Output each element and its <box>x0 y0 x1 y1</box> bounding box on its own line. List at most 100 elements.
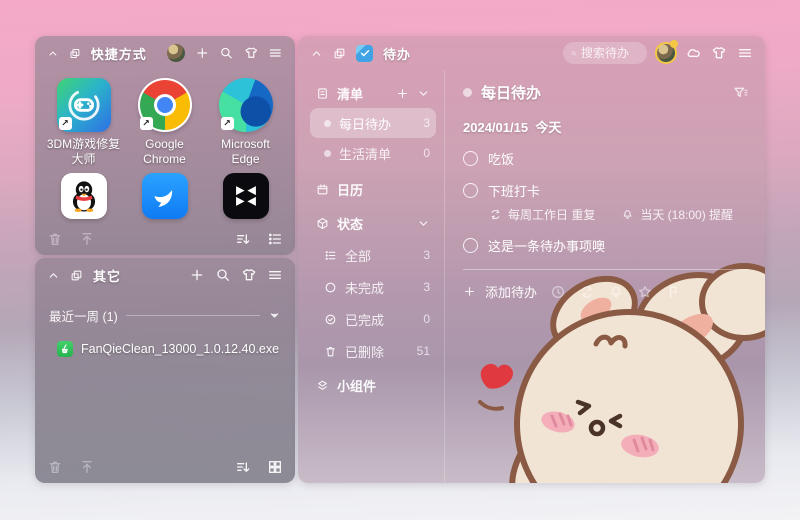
chevron-down-icon[interactable] <box>417 87 430 100</box>
todo-search[interactable] <box>563 42 647 64</box>
task-text: 吃饭 <box>488 152 515 167</box>
search-input[interactable] <box>581 46 639 60</box>
menu-icon[interactable] <box>267 267 283 283</box>
collapse-chevron-up-icon[interactable] <box>47 47 59 60</box>
date-text: 2024/01/15 <box>463 120 529 135</box>
other-panel-header: 其它 <box>35 258 295 292</box>
theme-shirt-icon[interactable] <box>241 267 257 283</box>
sidebar-item-incomplete[interactable]: 未完成 3 <box>310 272 436 302</box>
move-up-icon[interactable] <box>79 231 95 247</box>
add-icon[interactable] <box>195 45 210 61</box>
trash-icon[interactable] <box>47 231 63 247</box>
app-label: Google Chrome <box>143 137 186 166</box>
current-list-title: 每日待办 <box>481 85 542 102</box>
filter-icon[interactable] <box>733 85 749 101</box>
status-label: 未完成 <box>345 280 385 296</box>
menu-icon[interactable] <box>268 45 283 61</box>
panel-title: 快捷方式 <box>90 46 147 62</box>
app-edge[interactable]: ↗ Microsoft Edge <box>205 78 286 167</box>
app-dingtalk[interactable] <box>124 173 205 219</box>
shortcuts-grid: ↗ 3DM游戏修复大师 ↗ Google Chrome ↗ Microsoft … <box>35 70 295 225</box>
task-row[interactable]: 吃饭 <box>463 149 749 168</box>
chevron-down-icon[interactable] <box>417 217 430 230</box>
quick-option-icons <box>550 284 682 300</box>
other-panel: 其它 最近一周 (1) FanQieClean_13000_1.0.12.40.… <box>35 258 295 483</box>
calendar-icon <box>317 183 328 194</box>
recent-week-group-header[interactable]: 最近一周 (1) <box>35 292 295 325</box>
clock-icon[interactable] <box>550 284 566 300</box>
all-list-icon <box>325 250 336 260</box>
shortcut-arrow-badge: ↗ <box>220 117 234 130</box>
file-name: FanQieClean_13000_1.0.12.40.exe <box>81 342 280 356</box>
flag-icon[interactable] <box>666 284 682 300</box>
sidebar-section-lists[interactable]: 清单 <box>310 78 436 108</box>
task-checkbox[interactable] <box>463 151 478 166</box>
panel-title: 其它 <box>93 268 122 284</box>
menu-icon[interactable] <box>737 45 753 61</box>
panel-title: 待办 <box>383 46 412 62</box>
widgets-layers-icon <box>318 380 327 390</box>
search-icon[interactable] <box>215 267 231 283</box>
cloud-sync-icon[interactable] <box>685 45 701 61</box>
theme-shirt-icon[interactable] <box>244 45 259 61</box>
grid-view-icon[interactable] <box>267 459 283 475</box>
theme-shirt-icon[interactable] <box>711 45 727 61</box>
collapse-chevron-up-icon[interactable] <box>47 269 60 282</box>
trash-icon[interactable] <box>47 459 63 475</box>
move-up-icon[interactable] <box>79 459 95 475</box>
repeat-icon[interactable] <box>579 284 595 300</box>
task-row[interactable]: 下班打卡 <box>463 181 749 200</box>
status-count: 3 <box>423 280 430 294</box>
add-icon <box>465 287 474 296</box>
star-icon[interactable] <box>637 284 653 300</box>
edge-icon: ↗ <box>218 78 273 132</box>
status-count: 0 <box>423 312 430 326</box>
detach-window-icon[interactable] <box>69 47 81 60</box>
shortcuts-panel: 快捷方式 ↗ 3DM游戏修复大师 ↗ Google Chrome ↗ Micro… <box>35 36 295 255</box>
status-count: 3 <box>423 248 430 262</box>
todo-sidebar: 清单 每日待办 3 生活清单 0 日历 状态 全部 3 未完成 3 已完成 0 … <box>298 70 444 483</box>
task-text: 这是一条待办事项噢 <box>488 239 606 254</box>
chrome-icon: ↗ <box>137 78 192 132</box>
shortcut-arrow-badge: ↗ <box>139 117 153 130</box>
avatar[interactable] <box>657 40 678 62</box>
avatar[interactable] <box>166 44 185 62</box>
add-icon[interactable] <box>189 267 205 283</box>
search-icon[interactable] <box>219 45 234 61</box>
app-capcut[interactable] <box>205 173 286 219</box>
section-label: 状态 <box>337 216 364 232</box>
todo-app-icon <box>356 44 373 62</box>
sidebar-section-status[interactable]: 状态 <box>310 208 436 238</box>
sidebar-item-completed[interactable]: 已完成 0 <box>310 304 436 334</box>
app-label: 3DM游戏修复大师 <box>46 137 121 166</box>
sidebar-item-calendar[interactable]: 日历 <box>310 174 436 204</box>
add-todo-row[interactable]: 添加待办 <box>463 282 749 301</box>
sidebar-item-all[interactable]: 全部 3 <box>310 240 436 270</box>
detach-window-icon[interactable] <box>70 269 83 282</box>
sidebar-item-daily-todo[interactable]: 每日待办 3 <box>310 108 436 138</box>
shortcut-arrow-badge: ↗ <box>58 117 72 130</box>
reminder-text: 当天 (18:00) 提醒 <box>640 208 734 222</box>
file-item[interactable]: FanQieClean_13000_1.0.12.40.exe <box>57 341 281 357</box>
detach-window-icon[interactable] <box>333 47 346 60</box>
add-list-icon[interactable] <box>396 87 409 100</box>
app-3dm[interactable]: ↗ 3DM游戏修复大师 <box>43 78 124 167</box>
sidebar-item-deleted[interactable]: 已删除 51 <box>310 336 436 366</box>
date-row: 2024/01/15 今天 <box>463 117 749 136</box>
sidebar-item-widgets[interactable]: 小组件 <box>310 370 436 400</box>
task-checkbox[interactable] <box>463 238 478 253</box>
task-checkbox[interactable] <box>463 183 478 198</box>
list-view-icon[interactable] <box>267 231 283 247</box>
sort-icon[interactable] <box>235 231 251 247</box>
list-doc-icon <box>318 87 327 99</box>
task-row[interactable]: 这是一条待办事项噢 <box>463 236 749 255</box>
other-footer-toolbar <box>47 459 283 475</box>
sidebar-item-life-list[interactable]: 生活清单 0 <box>310 138 436 168</box>
collapse-chevron-up-icon[interactable] <box>310 47 323 60</box>
tasks-divider <box>463 269 749 270</box>
app-chrome[interactable]: ↗ Google Chrome <box>124 78 205 167</box>
repeat-text: 每周工作日 重复 <box>508 208 596 222</box>
sort-icon[interactable] <box>235 459 251 475</box>
bell-icon[interactable] <box>608 284 624 300</box>
app-qq[interactable] <box>43 173 124 219</box>
